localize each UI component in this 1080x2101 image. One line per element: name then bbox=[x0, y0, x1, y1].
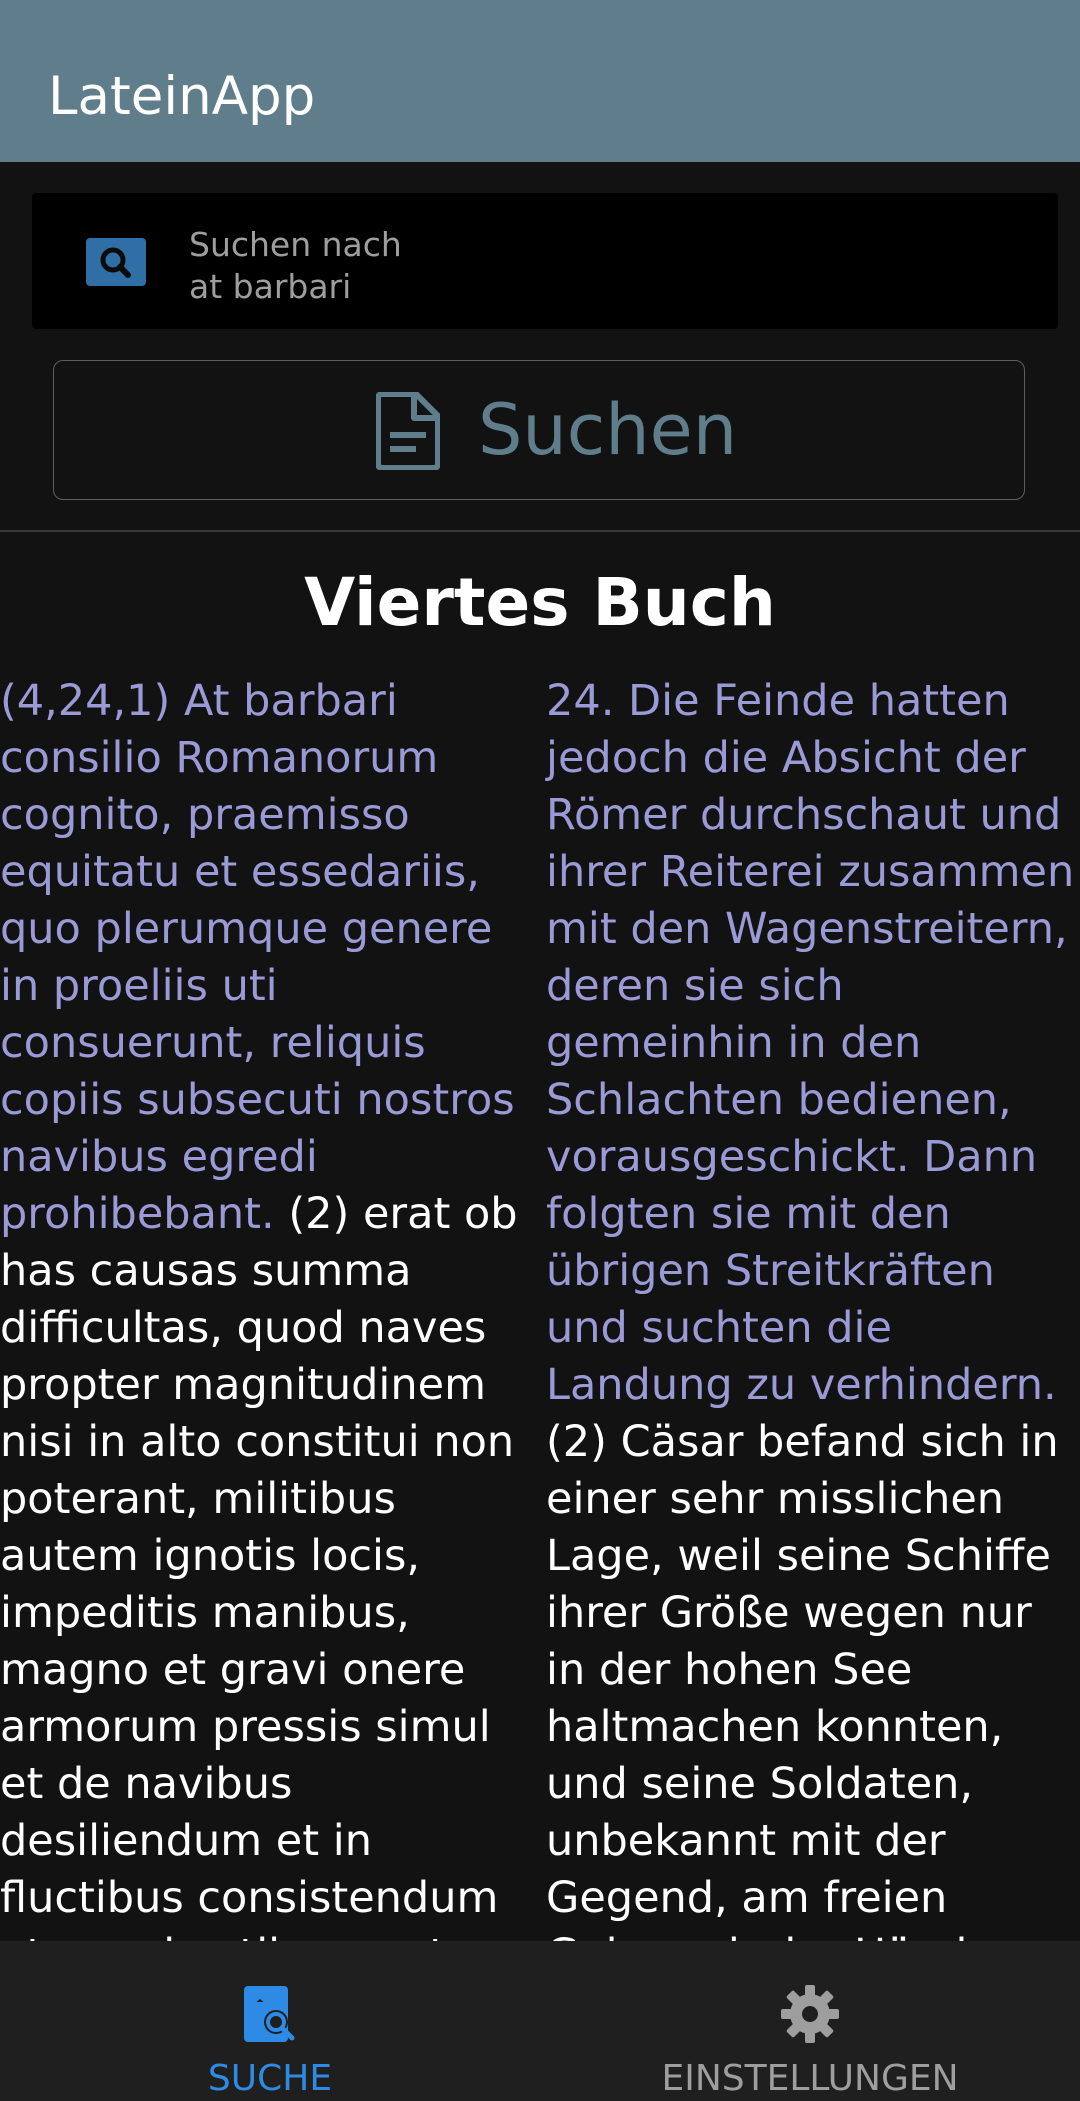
gear-icon bbox=[780, 1984, 840, 2048]
german-text-column: 24. Die Feinde hatten jedoch die Absicht… bbox=[546, 673, 1080, 1984]
app-title: LateinApp bbox=[48, 66, 316, 127]
nav-label-einstellungen: EINSTELLUNGEN bbox=[661, 2058, 959, 2099]
book-title: Viertes Buch bbox=[304, 564, 776, 641]
nav-item-einstellungen[interactable]: EINSTELLUNGEN bbox=[540, 1941, 1080, 2101]
search-query-value[interactable]: at barbari bbox=[189, 266, 351, 307]
latin-highlighted-passage: (4,24,1) At barbari consilio Romanorum c… bbox=[0, 676, 515, 1239]
search-field-label: Suchen nach bbox=[189, 225, 402, 264]
latin-text-column: (4,24,1) At barbari consilio Romanorum c… bbox=[0, 673, 532, 2041]
search-field[interactable] bbox=[32, 193, 1058, 329]
document-icon bbox=[375, 391, 441, 471]
german-highlighted-passage: 24. Die Feinde hatten jedoch die Absicht… bbox=[546, 676, 1075, 1410]
book-search-icon bbox=[240, 1984, 300, 2050]
divider bbox=[0, 530, 1080, 532]
nav-label-suche: SUCHE bbox=[207, 2058, 333, 2099]
bottom-navigation: SUCHE EINSTELLUNGEN bbox=[0, 1941, 1080, 2101]
german-passage: (2) Cäsar befand sich in einer sehr miss… bbox=[546, 1417, 1059, 1980]
app-root: LateinApp Suchen nach at barbari Suchen … bbox=[0, 0, 1080, 2101]
nav-item-suche[interactable]: SUCHE bbox=[0, 1941, 540, 2101]
search-button-label[interactable]: Suchen bbox=[478, 390, 737, 470]
latin-passage: (2) erat ob has causas summa difficultas… bbox=[0, 1189, 518, 2037]
search-icon bbox=[86, 238, 146, 286]
app-bar: LateinApp bbox=[0, 0, 1080, 162]
